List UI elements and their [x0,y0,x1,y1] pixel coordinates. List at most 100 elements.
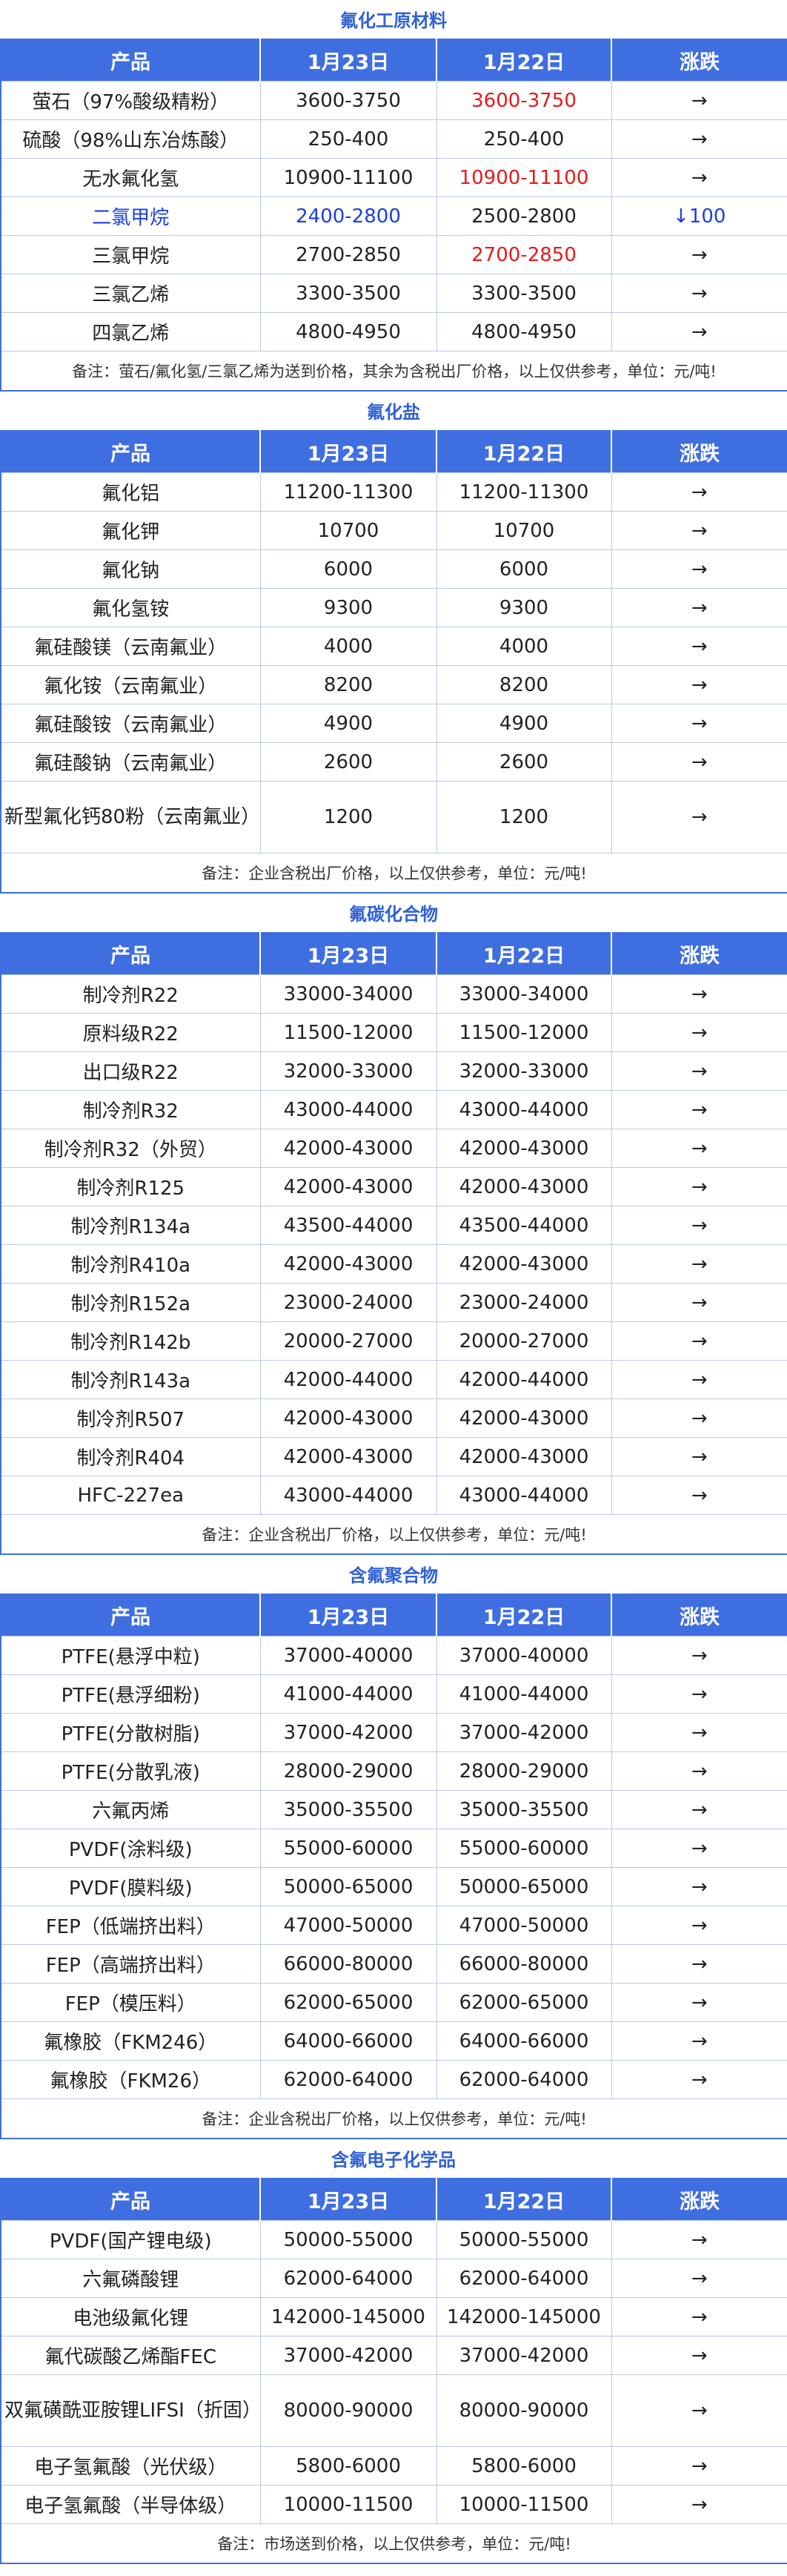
price-report: 氟化工原材料 产品 1月23日 1月22日 涨跌 萤石（97%酸级精粉） 3600-3750… [0,0,787,2564]
table-row: 三氯乙烯 3300-3500 3300-3500 → [0,274,787,313]
price-jan23-cell: 5800-6000 [259,2446,437,2486]
price-jan23-cell: 80000-90000 [259,2374,437,2447]
table-header-row: 产品 1月23日 1月22日 涨跌 [1,1594,787,1637]
price-jan23-cell: 43000-44000 [259,1476,437,1515]
product-cell: 制冷剂R134a [0,1206,261,1245]
header-change: 涨跌 [611,39,787,82]
table-note: 备注：企业含税出厂价格，以上仅供参考，单位：元/吨! [0,853,787,894]
product-cell: PTFE(悬浮中粒) [0,1636,261,1675]
table-row: 氟化钠 6000 6000 → [0,549,787,589]
product-cell: 萤石（97%酸级精粉） [0,81,261,120]
price-jan23-cell: 42000-43000 [259,1244,437,1284]
price-jan23-cell: 4900 [259,704,437,743]
change-cell: → [611,472,787,512]
table-row: 氟化钾 10700 10700 → [0,511,787,550]
price-table: 产品 1月23日 1月22日 涨跌 氟化铝 11200-11300 11200-11300 →… [0,430,787,894]
change-cell: → [611,1051,787,1091]
product-cell: PVDF(涂料级) [0,1829,261,1868]
table-row: 制冷剂R152a 23000-24000 23000-24000 → [0,1283,787,1322]
change-cell: → [611,1244,787,1284]
header-jan23: 1月23日 [259,431,436,473]
price-jan23-cell: 32000-33000 [259,1051,437,1091]
section: 氟碳化合物 产品 1月23日 1月22日 涨跌 制冷剂R22 33000-34000 3300… [0,894,787,1555]
price-jan23-cell: 3300-3500 [259,274,437,313]
product-cell: 无水氟化氢 [0,158,261,197]
change-cell: → [611,1090,787,1129]
header-jan23: 1月23日 [259,2179,436,2221]
change-cell: → [611,742,787,782]
price-jan22-cell: 62000-64000 [436,2060,612,2099]
change-cell: → [611,2021,787,2061]
price-jan23-cell: 2600 [259,742,437,782]
price-jan22-cell: 5800-6000 [436,2446,612,2486]
header-change: 涨跌 [611,431,787,473]
price-jan23-cell: 42000-43000 [259,1167,437,1206]
change-cell: → [611,1983,787,2022]
change-cell: → [611,1636,787,1675]
section-title: 含氟聚合物 [349,1565,438,1586]
price-jan23-cell: 142000-145000 [259,2297,437,2336]
table-note: 备注：企业含税出厂价格，以上仅供参考，单位：元/吨! [0,1514,787,1555]
price-jan22-cell: 43500-44000 [436,1206,612,1245]
product-cell: 氟代碳酸乙烯酯FEC [0,2336,261,2375]
price-jan22-cell: 142000-145000 [436,2297,612,2336]
price-jan23-cell: 35000-35500 [259,1790,437,1829]
price-jan22-cell: 2500-2800 [436,196,612,236]
price-jan23-cell: 10700 [259,511,437,550]
product-cell: 制冷剂R143a [0,1360,261,1399]
product-cell: 制冷剂R152a [0,1283,261,1322]
price-jan22-cell: 32000-33000 [436,1051,612,1091]
change-cell: → [611,1437,787,1476]
note-row: 备注：企业含税出厂价格，以上仅供参考，单位：元/吨! [0,1514,787,1555]
table-row: FEP（模压料） 62000-65000 62000-65000 → [0,1983,787,2022]
price-jan22-cell: 8200 [436,665,612,704]
product-cell: 双氟磺酰亚胺锂LIFSI（折固） [0,2374,262,2447]
table-row: 电子氢氟酸（光伏级） 5800-6000 5800-6000 → [0,2446,787,2486]
table-row: PTFE(悬浮中粒) 37000-40000 37000-40000 → [0,1636,787,1675]
header-jan22: 1月22日 [436,39,611,82]
section: 氟化盐产品 1月23日 1月22日 涨跌 氟化铝 11200-11300 11200-113… [0,392,787,894]
change-cell: → [611,1398,787,1438]
product-cell: 氟化氢铵 [0,588,261,627]
table-row: 制冷剂R125 42000-43000 42000-43000 → [0,1167,787,1206]
change-cell: → [611,974,787,1014]
product-cell: 制冷剂R404 [0,1437,261,1476]
price-jan22-cell: 55000-60000 [436,1829,612,1868]
table-note: 备注：企业含税出厂价格，以上仅供参考，单位：元/吨! [0,2098,787,2139]
table-row: 萤石（97%酸级精粉） 3600-3750 3600-3750 → [0,81,787,120]
table-row: PVDF(涂料级) 55000-60000 55000-60000 → [0,1829,787,1868]
price-jan22-cell: 2700-2850 [436,235,612,274]
product-cell: 原料级R22 [0,1013,261,1052]
section: 含氟聚合物产品 1月23日 1月22日 涨跌 PTFE(悬浮中粒) 37000-40000… [0,1555,787,2139]
product-cell: 氟化钠 [0,549,261,589]
table-row: PTFE(悬浮细粉) 41000-44000 41000-44000 → [0,1674,787,1714]
table-row: PVDF(膜料级) 50000-65000 50000-65000 → [0,1867,787,1906]
product-cell: 制冷剂R125 [0,1167,261,1206]
table-row: PVDF(国产锂电级) 50000-55000 50000-55000 → [0,2220,787,2259]
price-jan22-cell: 47000-50000 [436,1906,612,1945]
price-jan23-cell: 4000 [259,627,437,666]
product-cell: 二氯甲烷 [0,196,261,236]
table-row: 三氯甲烷 2700-2850 2700-2850 → [0,235,787,274]
section-title: 氟化盐 [367,402,420,423]
table-row: 四氯乙烯 4800-4950 4800-4950 → [0,312,787,351]
price-jan23-cell: 37000-42000 [259,2336,437,2375]
price-jan23-cell: 37000-40000 [259,1636,437,1675]
price-jan22-cell: 10700 [436,511,612,550]
price-jan22-cell: 4800-4950 [436,312,612,351]
header-change: 涨跌 [611,933,787,975]
product-cell: 制冷剂R22 [0,974,261,1014]
product-cell: PVDF(国产锂电级) [0,2220,261,2259]
price-jan23-cell: 66000-80000 [259,1944,437,1984]
price-jan23-cell: 50000-65000 [259,1867,437,1906]
price-jan23-cell: 8200 [259,665,437,704]
price-jan23-cell: 3600-3750 [259,81,437,120]
header-product: 产品 [1,2179,260,2221]
price-jan23-cell: 42000-43000 [259,1398,437,1438]
product-cell: 三氯甲烷 [0,235,261,274]
price-jan23-cell: 41000-44000 [259,1674,437,1714]
price-jan23-cell: 37000-42000 [259,1713,437,1752]
price-jan23-cell: 9300 [259,588,437,627]
price-jan22-cell: 28000-29000 [436,1751,612,1791]
price-jan23-cell: 20000-27000 [259,1321,437,1361]
